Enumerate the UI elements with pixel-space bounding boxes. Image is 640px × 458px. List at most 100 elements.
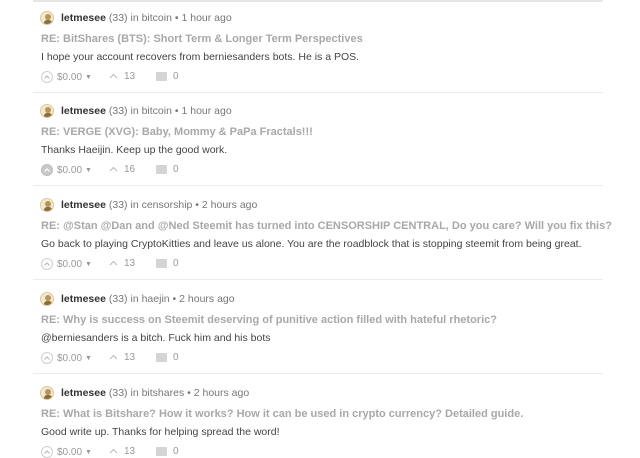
comment-icon (156, 447, 167, 456)
avatar[interactable] (40, 292, 54, 306)
chevron-up-small-icon (109, 260, 118, 266)
reply-count: 0 (173, 446, 179, 457)
divider (33, 185, 603, 186)
caret-down-icon[interactable]: ▼ (85, 74, 92, 81)
reply-count: 0 (173, 71, 179, 82)
upvote-button[interactable] (41, 71, 53, 83)
upvote-button[interactable] (41, 258, 53, 270)
upvote-button[interactable] (41, 352, 53, 364)
comment-body[interactable]: Thanks Haeijin. Keep up the good work. (41, 144, 227, 156)
author-reputation: (33) (108, 105, 128, 117)
in-label: in (130, 199, 139, 211)
author-link[interactable]: letmesee (61, 12, 106, 24)
chevron-up-small-icon (109, 166, 118, 172)
chevron-up-small-icon (109, 448, 118, 454)
avatar[interactable] (40, 11, 54, 25)
timestamp[interactable]: 2 hours ago (179, 293, 234, 305)
category-link[interactable]: haejin (142, 293, 170, 305)
replies-group[interactable]: 0 (156, 71, 179, 82)
comment-meta: letmesee (33) in haejin • 2 hours ago (61, 293, 235, 305)
upvote-button[interactable] (41, 446, 53, 458)
avatar[interactable] (40, 104, 54, 118)
author-link[interactable]: letmesee (61, 387, 106, 399)
comment-title[interactable]: RE: Why is success on Steemit deserving … (41, 314, 497, 326)
vote-count: 16 (124, 164, 136, 175)
author-reputation: (33) (108, 12, 128, 24)
comment-body[interactable]: Go back to playing CryptoKitties and lea… (41, 238, 582, 250)
timestamp[interactable]: 1 hour ago (181, 105, 231, 117)
avatar[interactable] (40, 198, 54, 212)
author-link[interactable]: letmesee (61, 199, 106, 211)
replies-group[interactable]: 0 (156, 258, 179, 269)
payout-group: $0.00 ▼ (41, 164, 92, 176)
in-label: in (130, 387, 139, 399)
comment-title[interactable]: RE: @Stan @Dan and @Ned Steemit has turn… (41, 220, 612, 232)
separator: • (174, 12, 179, 24)
comment-title[interactable]: RE: What is Bitshare? How it works? How … (41, 408, 523, 420)
comment-meta: letmesee (33) in bitcoin • 1 hour ago (61, 12, 232, 24)
in-label: in (130, 293, 139, 305)
replies-group[interactable]: 0 (156, 352, 179, 363)
caret-down-icon[interactable]: ▼ (85, 355, 92, 362)
separator: • (187, 387, 191, 399)
separator: • (195, 199, 199, 211)
category-link[interactable]: censorship (142, 199, 193, 211)
voters-group[interactable]: 13 (109, 352, 135, 363)
comment-icon (156, 353, 167, 362)
category-link[interactable]: bitcoin (142, 12, 172, 24)
payout-value[interactable]: $0.00 (57, 447, 82, 458)
comment-body[interactable]: I hope your account recovers from bernie… (41, 51, 359, 63)
caret-down-icon[interactable]: ▼ (85, 261, 92, 268)
comment-icon (156, 259, 167, 268)
vote-count: 13 (124, 352, 136, 363)
comment-body[interactable]: @berniesanders is a bitch. Fuck him and … (41, 332, 271, 344)
payout-value[interactable]: $0.00 (57, 259, 82, 270)
comment-title[interactable]: RE: VERGE (XVG): Baby, Mommy & PaPa Frac… (41, 126, 313, 138)
timestamp[interactable]: 1 hour ago (181, 12, 231, 24)
voters-group[interactable]: 13 (109, 446, 135, 457)
top-divider (33, 0, 603, 2)
voters-group[interactable]: 13 (109, 71, 135, 82)
divider (33, 92, 603, 93)
separator: • (174, 105, 179, 117)
author-link[interactable]: letmesee (61, 105, 106, 117)
payout-value[interactable]: $0.00 (57, 353, 82, 364)
replies-group[interactable]: 0 (156, 446, 179, 457)
author-reputation: (33) (108, 199, 128, 211)
vote-count: 13 (124, 446, 136, 457)
caret-down-icon[interactable]: ▼ (85, 167, 92, 174)
in-label: in (130, 12, 139, 24)
comment-body[interactable]: Good write up. Thanks for helping spread… (41, 426, 280, 438)
reply-count: 0 (173, 352, 179, 363)
comment-title[interactable]: RE: BitShares (BTS): Short Term & Longer… (41, 33, 363, 45)
divider (33, 279, 603, 280)
chevron-up-icon (44, 356, 50, 360)
voters-group[interactable]: 13 (109, 258, 135, 269)
payout-value[interactable]: $0.00 (57, 72, 82, 83)
vote-count: 13 (124, 71, 136, 82)
upvote-button[interactable] (41, 164, 53, 176)
caret-down-icon[interactable]: ▼ (85, 449, 92, 456)
chevron-up-icon (44, 450, 50, 454)
chevron-up-small-icon (109, 354, 118, 360)
chevron-up-icon (44, 75, 50, 79)
voters-group[interactable]: 16 (109, 164, 135, 175)
payout-group: $0.00 ▼ (41, 71, 92, 83)
timestamp[interactable]: 2 hours ago (202, 199, 257, 211)
comment-icon (156, 165, 167, 174)
in-label: in (130, 105, 139, 117)
avatar[interactable] (40, 386, 54, 400)
separator: • (172, 293, 177, 305)
payout-group: $0.00 ▼ (41, 446, 92, 458)
timestamp[interactable]: 2 hours ago (194, 387, 249, 399)
author-reputation: (33) (108, 293, 128, 305)
category-link[interactable]: bitshares (142, 387, 185, 399)
author-link[interactable]: letmesee (61, 293, 106, 305)
replies-group[interactable]: 0 (156, 164, 179, 175)
payout-group: $0.00 ▼ (41, 258, 92, 270)
payout-value[interactable]: $0.00 (57, 165, 82, 176)
chevron-up-small-icon (109, 73, 118, 79)
category-link[interactable]: bitcoin (142, 105, 172, 117)
divider (33, 373, 603, 374)
vote-count: 13 (124, 258, 136, 269)
